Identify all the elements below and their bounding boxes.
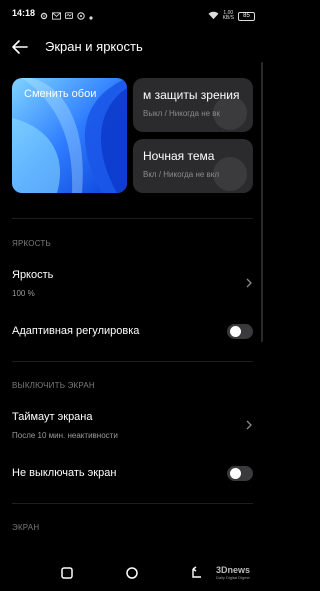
- battery-indicator: 85: [238, 11, 255, 21]
- brightness-value: 100 %: [12, 289, 35, 298]
- recent-apps-button[interactable]: [60, 566, 74, 580]
- screen-timeout-value: После 10 мин. неактивности: [12, 431, 118, 440]
- divider: [12, 503, 253, 504]
- divider: [12, 218, 253, 219]
- eye-protection-status: Выкл / Никогда не вк: [143, 109, 221, 118]
- notification-icons: [40, 7, 93, 25]
- chat-icon: [77, 7, 85, 25]
- brightness-title: Яркость: [12, 269, 54, 281]
- watermark-logo: 3Dnews Daily Digital Digest: [216, 566, 258, 582]
- chevron-right-icon: [246, 278, 252, 288]
- back-button[interactable]: [10, 37, 30, 57]
- divider: [12, 361, 253, 362]
- brightness-row[interactable]: Яркость 100 %: [0, 262, 265, 302]
- mail-icon: [52, 7, 61, 25]
- night-mode-card[interactable]: Ночная тема Вкл / Никогда не вкл: [133, 139, 253, 193]
- keep-screen-on-row[interactable]: Не выключать экран: [0, 460, 265, 488]
- screen-off-section-header: ВЫКЛЮЧИТЬ ЭКРАН: [12, 381, 95, 390]
- page-title: Экран и яркость: [45, 39, 143, 54]
- wallpaper-label: Сменить обои: [24, 88, 97, 100]
- wifi-icon: [208, 7, 219, 25]
- status-right: 1,00 KB/S 85: [208, 7, 255, 25]
- gear-icon: [40, 7, 48, 25]
- scrollbar[interactable]: [261, 62, 263, 342]
- messenger-icon: [64, 7, 74, 25]
- network-speed: 1,00 KB/S: [223, 11, 234, 21]
- night-mode-title: Ночная тема: [143, 149, 215, 163]
- status-bar: 14:18 1,00 KB/S 85: [0, 0, 265, 26]
- adaptive-brightness-toggle[interactable]: [227, 324, 253, 339]
- home-button[interactable]: [125, 566, 139, 580]
- screen-timeout-title: Таймаут экрана: [12, 411, 93, 423]
- adaptive-brightness-row[interactable]: Адаптивная регулировка: [0, 318, 265, 346]
- net-speed-unit: KB/S: [222, 15, 234, 21]
- arrow-left-icon: [12, 40, 28, 54]
- adaptive-brightness-label: Адаптивная регулировка: [12, 325, 140, 337]
- top-app-bar: Экран и яркость: [0, 34, 265, 60]
- dot-icon: [89, 7, 93, 25]
- toggle-knob: [230, 468, 241, 479]
- night-mode-status: Вкл / Никогда не вкл: [143, 170, 220, 179]
- chevron-right-icon: [246, 420, 252, 430]
- watermark-title: 3Dnews: [216, 565, 251, 575]
- screen-timeout-row[interactable]: Таймаут экрана После 10 мин. неактивност…: [0, 403, 265, 443]
- keep-screen-on-toggle[interactable]: [227, 466, 253, 481]
- toggle-knob: [230, 326, 241, 337]
- watermark-subtitle: Daily Digital Digest: [216, 575, 250, 580]
- screen-section-header: ЭКРАН: [12, 523, 40, 532]
- brightness-section-header: ЯРКОСТЬ: [12, 239, 51, 248]
- eye-protection-card[interactable]: м защиты зрения Выкл / Никогда не вк: [133, 78, 253, 132]
- back-nav-button[interactable]: [190, 566, 204, 580]
- eye-protection-title: м защиты зрения: [143, 88, 240, 102]
- keep-screen-on-label: Не выключать экран: [12, 467, 117, 479]
- change-wallpaper-card[interactable]: Сменить обои: [12, 78, 127, 193]
- status-time: 14:18: [12, 8, 36, 18]
